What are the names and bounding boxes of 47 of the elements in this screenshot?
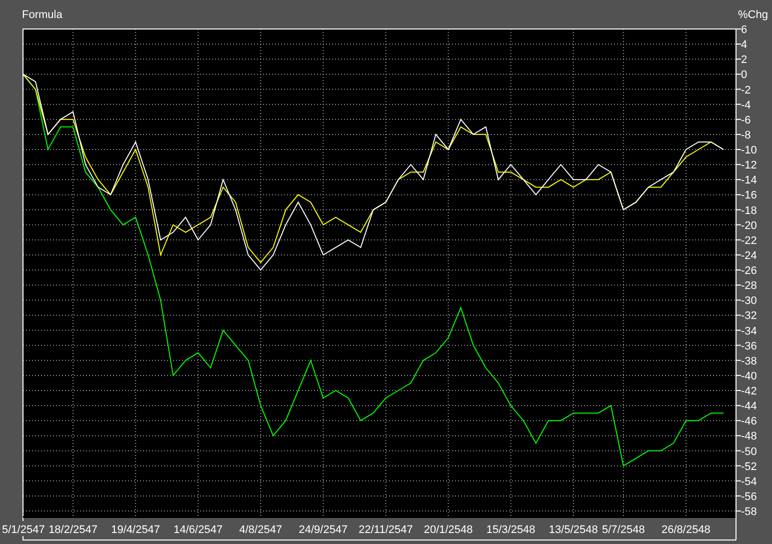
y-tick-label: -24 (741, 250, 757, 262)
x-tick-label: 22/11/2547 (358, 524, 413, 536)
x-tick-label: 13/5/2548 (548, 524, 598, 536)
y-tick-label: -14 (741, 174, 757, 187)
y-tick-label: -52 (741, 460, 757, 473)
y-tick-label: -46 (741, 416, 757, 428)
chart-title: Formula (22, 9, 62, 21)
y-tick-label: -16 (741, 190, 757, 202)
x-tick-label: 4/8/2547 (239, 524, 282, 536)
y-tick-label: -36 (741, 340, 757, 352)
y-tick-label: -42 (741, 386, 757, 398)
y-tick-label: -30 (741, 295, 757, 308)
y-tick-label: 6 (741, 24, 748, 36)
y-tick-label: -44 (741, 400, 757, 413)
x-tick-label: 19/4/2547 (111, 524, 160, 536)
y-tick-label: -32 (741, 310, 757, 322)
y-tick-label: -26 (741, 265, 757, 277)
y-axis-title: %Chg (738, 9, 768, 21)
y-tick-label: 0 (741, 69, 748, 82)
y-tick-label: -58 (741, 506, 757, 518)
x-tick-label: 20/1/2548 (424, 524, 473, 536)
y-tick-label: -12 (741, 160, 757, 172)
y-tick-label: -18 (741, 204, 757, 217)
y-tick-label: -38 (741, 355, 757, 368)
y-tick-label: -28 (741, 280, 757, 292)
y-tick-label: -4 (741, 99, 751, 112)
y-tick-label: -2 (741, 84, 751, 96)
x-tick-label: 18/2/2547 (48, 524, 98, 536)
x-tick-label: 15/3/2548 (486, 524, 536, 536)
y-tick-label: -6 (741, 114, 751, 126)
y-tick-label: 4 (741, 39, 748, 52)
x-tick-label: 24/9/2547 (298, 524, 348, 536)
y-tick-label: -48 (741, 430, 757, 443)
y-tick-label: -50 (741, 446, 757, 458)
x-tick-label: 5/7/2548 (602, 524, 645, 536)
y-tick-label: 2 (741, 54, 748, 66)
y-tick-label: -10 (741, 144, 757, 156)
y-tick-label: -34 (741, 325, 757, 338)
y-tick-label: -20 (741, 220, 757, 232)
y-tick-label: -54 (741, 476, 757, 488)
y-tick-label: -8 (741, 129, 751, 142)
y-tick-label: -56 (741, 490, 757, 503)
y-tick-label: -40 (741, 370, 757, 382)
x-tick-label: 26/8/2548 (662, 524, 710, 536)
x-tick-label: 14/6/2547 (174, 524, 223, 536)
y-tick-label: -22 (741, 234, 757, 247)
x-tick-label: 5/1/2547 (2, 524, 45, 536)
